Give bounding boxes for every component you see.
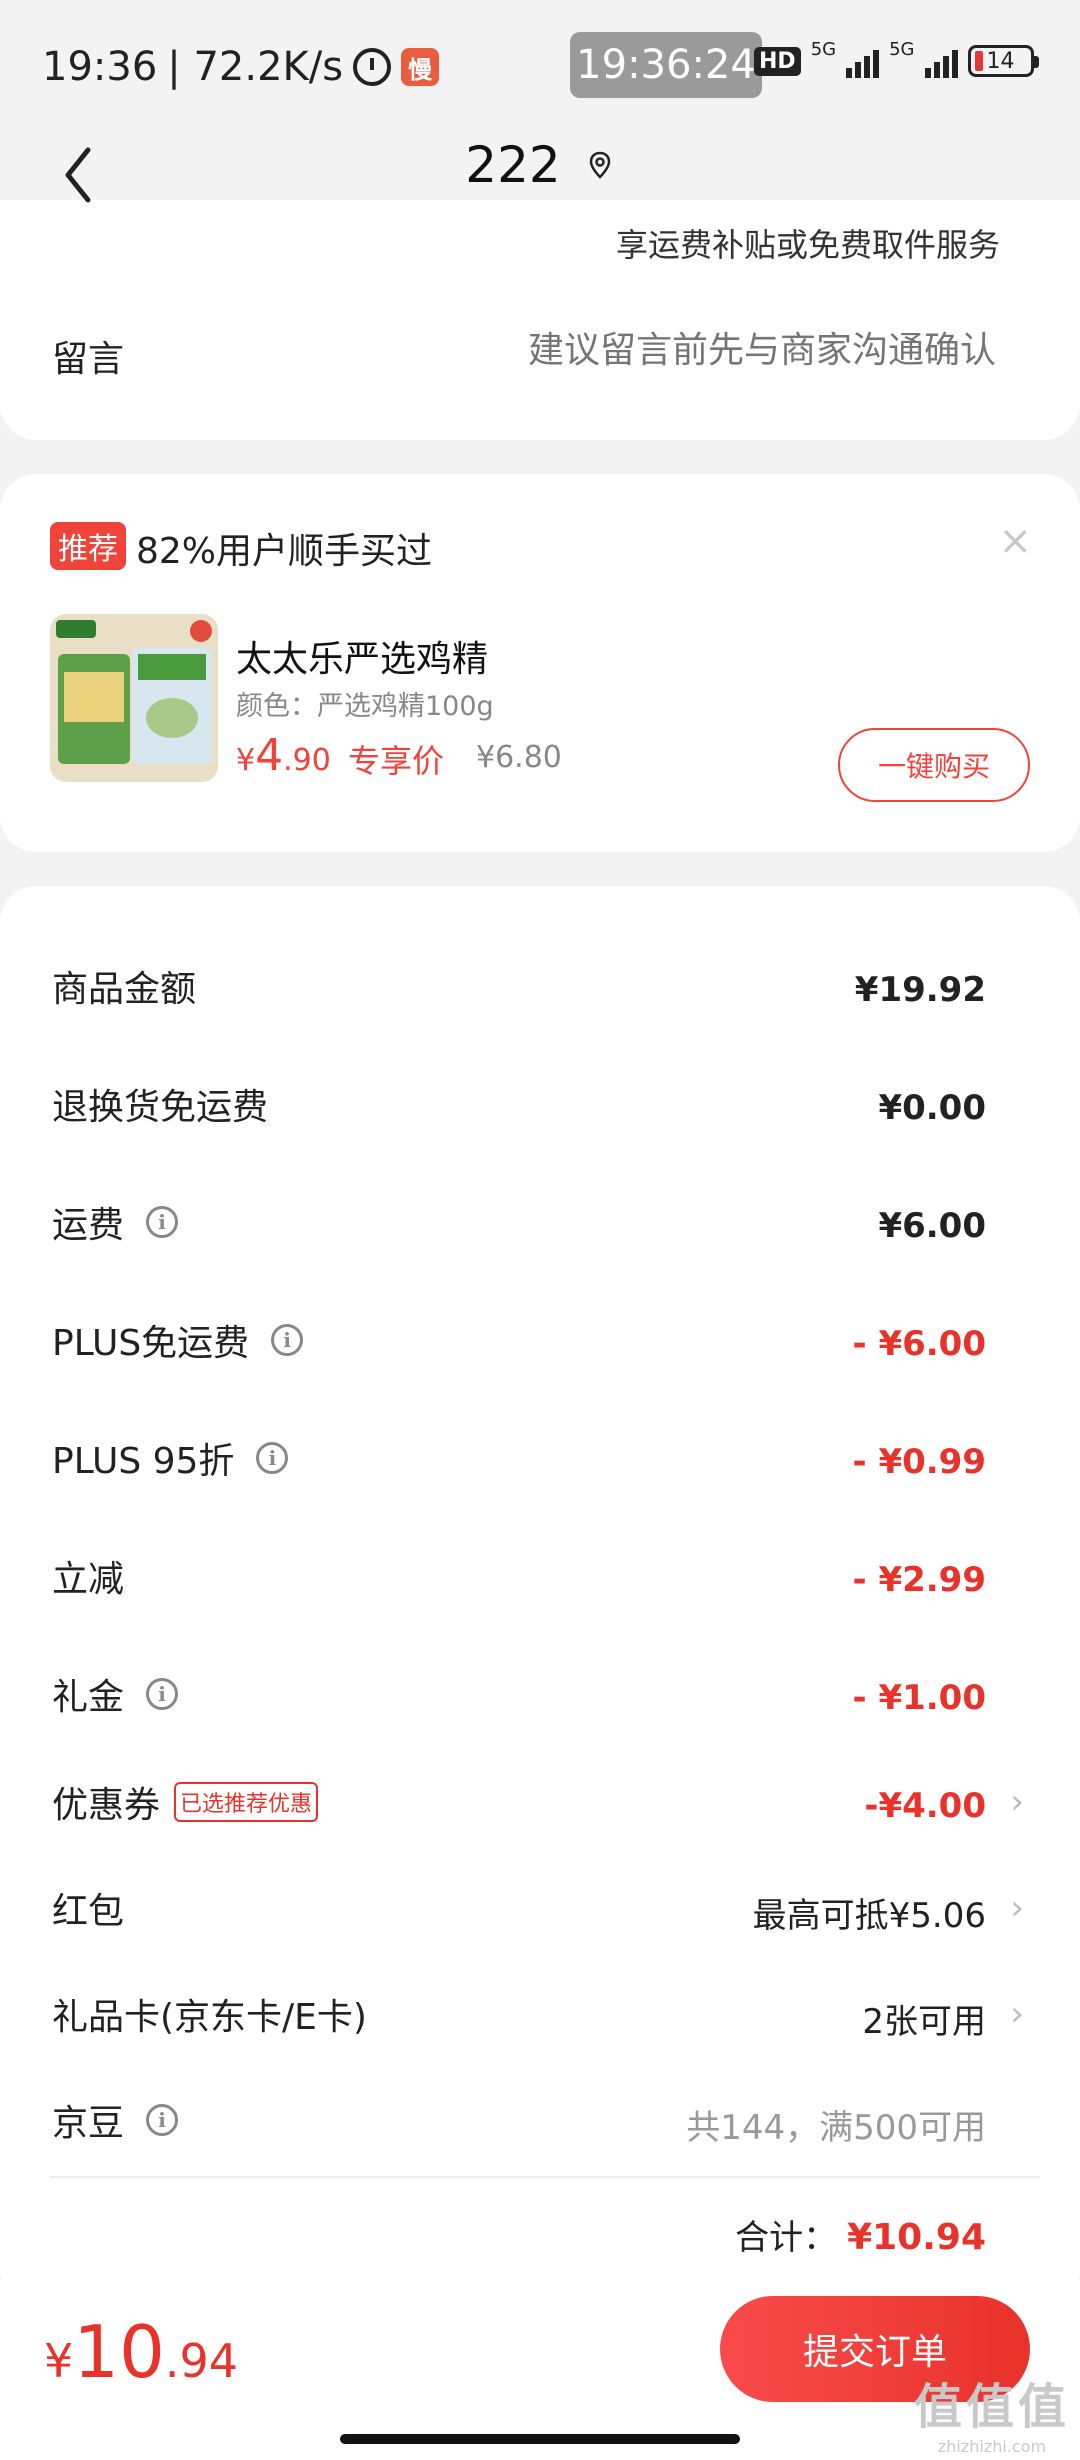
signal-icon xyxy=(846,44,880,78)
row-coupon[interactable]: 优惠券 已选推荐优惠 -¥4.00 › xyxy=(0,1772,1080,1852)
app-badge-icon: 慢 xyxy=(401,48,440,86)
row-value: - ¥0.99 xyxy=(852,1442,987,1482)
row-label: 退换货免运费 xyxy=(52,1087,269,1128)
row-label: 立减 xyxy=(52,1559,125,1600)
hd-icon: HD xyxy=(754,46,801,76)
row-value: -¥4.00 xyxy=(864,1786,986,1826)
row-shipping: 运费 i ¥6.00 xyxy=(0,1192,1080,1272)
chevron-right-icon: › xyxy=(1010,1782,1024,1822)
product-image[interactable] xyxy=(50,614,218,782)
price-decimal: .90 xyxy=(283,743,331,778)
address-title[interactable]: 222 xyxy=(0,136,1080,194)
alarm-icon xyxy=(353,48,392,86)
coupon-selected-tag: 已选推荐优惠 xyxy=(174,1782,319,1822)
note-input[interactable] xyxy=(396,330,996,371)
network-label-2: 5G xyxy=(889,38,915,60)
page-title: 222 xyxy=(465,136,561,194)
row-value: 2张可用 xyxy=(862,2001,986,2042)
status-right: HD 5G 5G 14 xyxy=(754,39,1039,78)
product-pack-1 xyxy=(58,654,130,764)
status-bar: 19:36 | 72.2K/s 慢 19:36:24 HD 5G 5G 14 xyxy=(0,0,1080,130)
recommend-text: 82%用户顺手买过 xyxy=(136,531,433,572)
row-value: 最高可抵¥5.06 xyxy=(752,1895,986,1936)
product-pack-2 xyxy=(132,648,212,764)
row-jd-beans: 京豆 i 共144，满500可用 xyxy=(0,2090,1080,2170)
info-icon[interactable]: i xyxy=(256,1442,289,1474)
divider xyxy=(50,2176,1040,2178)
row-value: ¥6.00 xyxy=(878,1206,986,1246)
row-goods-amount: 商品金额 ¥19.92 xyxy=(0,956,1080,1036)
recommend-tag: 推荐 xyxy=(50,522,126,570)
battery-level: 14 xyxy=(986,48,1015,74)
price-currency: ¥ xyxy=(44,2334,74,2388)
bottom-bar: ¥ 10 .94 提交订单 值值值 zhizhizhi.com xyxy=(0,2280,1080,2460)
order-summary-card: 商品金额 ¥19.92 退换货免运费 ¥0.00 运费 i ¥6.00 PLUS免… xyxy=(0,886,1080,2306)
network-label-1: 5G xyxy=(810,38,837,60)
row-plus-free-shipping: PLUS免运费 i - ¥6.00 xyxy=(0,1310,1080,1390)
status-left: 19:36 | 72.2K/s 慢 xyxy=(42,44,440,90)
row-value: - ¥1.00 xyxy=(852,1678,987,1718)
info-icon[interactable]: i xyxy=(146,1678,179,1710)
row-instant-discount: 立减 - ¥2.99 xyxy=(0,1546,1080,1626)
product-price: ¥ 4 .90 xyxy=(236,730,331,781)
status-time: 19:36 xyxy=(42,44,158,90)
row-value: ¥19.92 xyxy=(854,970,986,1010)
row-value: - ¥6.00 xyxy=(852,1324,987,1364)
watermark-logo: 值值值 xyxy=(913,2379,1070,2435)
row-red-packet[interactable]: 红包 最高可抵¥5.06 › xyxy=(0,1878,1080,1958)
price-integer: 10 xyxy=(73,2310,165,2394)
row-label: 运费 xyxy=(52,1205,125,1246)
one-click-buy-button[interactable]: 一键购买 xyxy=(838,728,1030,802)
original-price: ¥6.80 xyxy=(476,740,562,775)
row-value: ¥0.00 xyxy=(878,1088,986,1128)
status-speed: | 72.2K/s xyxy=(167,44,344,90)
header: 222 xyxy=(0,130,1080,230)
total-row: 合计： ¥10.94 xyxy=(735,2210,986,2259)
price-currency: ¥ xyxy=(236,743,256,778)
recommendation-card: 推荐 82%用户顺手买过 × 太太乐严选鸡精 颜色：严选鸡精100g ¥ 4 .… xyxy=(0,474,1080,852)
exclusive-price-label: 专享价 xyxy=(348,742,445,780)
home-indicator[interactable] xyxy=(340,2434,740,2444)
note-label: 留言 xyxy=(52,339,125,380)
close-icon[interactable]: × xyxy=(998,518,1032,564)
info-icon[interactable]: i xyxy=(146,1206,179,1238)
total-value: ¥10.94 xyxy=(847,2217,986,2258)
watermark: 值值值 zhizhizhi.com xyxy=(914,2367,1070,2456)
row-label: 商品金额 xyxy=(52,969,197,1010)
note-card: 享运费补贴或免费取件服务 留言 xyxy=(0,200,1080,440)
row-gift-money: 礼金 i - ¥1.00 xyxy=(0,1664,1080,1744)
row-label: 优惠券 xyxy=(52,1785,161,1826)
row-gift-card[interactable]: 礼品卡(京东卡/E卡) 2张可用 › xyxy=(0,1984,1080,2064)
watermark-url: zhizhizhi.com xyxy=(937,2437,1047,2456)
battery-icon: 14 xyxy=(967,45,1039,77)
location-pin-icon xyxy=(589,151,610,179)
row-return-free-shipping: 退换货免运费 ¥0.00 xyxy=(0,1074,1080,1154)
row-label: 红包 xyxy=(52,1891,125,1932)
chevron-right-icon: › xyxy=(1010,1994,1024,2034)
row-value: 共144，满500可用 xyxy=(686,2107,986,2148)
chevron-right-icon: › xyxy=(1010,1888,1024,1928)
payable-price: ¥ 10 .94 xyxy=(44,2310,238,2394)
signal-icon-2 xyxy=(924,44,958,78)
brand-logo xyxy=(56,620,96,638)
total-label: 合计： xyxy=(735,2218,838,2258)
row-plus-discount: PLUS 95折 i - ¥0.99 xyxy=(0,1428,1080,1508)
info-icon[interactable]: i xyxy=(146,2104,179,2136)
info-icon[interactable]: i xyxy=(271,1324,304,1356)
row-label: PLUS免运费 xyxy=(52,1323,250,1364)
price-integer: 4 xyxy=(255,730,284,781)
product-spec: 颜色：严选鸡精100g xyxy=(236,691,494,722)
product-name[interactable]: 太太乐严选鸡精 xyxy=(236,630,488,682)
row-label: 礼品卡(京东卡/E卡) xyxy=(52,1997,367,2038)
row-label: 礼金 xyxy=(52,1677,125,1718)
product-badge xyxy=(190,620,212,642)
status-center-time: 19:36:24 xyxy=(570,32,762,98)
price-decimal: .94 xyxy=(164,2334,239,2388)
row-label: 京豆 xyxy=(52,2103,125,2144)
row-value: - ¥2.99 xyxy=(852,1560,987,1600)
row-label: PLUS 95折 xyxy=(52,1441,235,1482)
battery-fill xyxy=(974,51,983,71)
